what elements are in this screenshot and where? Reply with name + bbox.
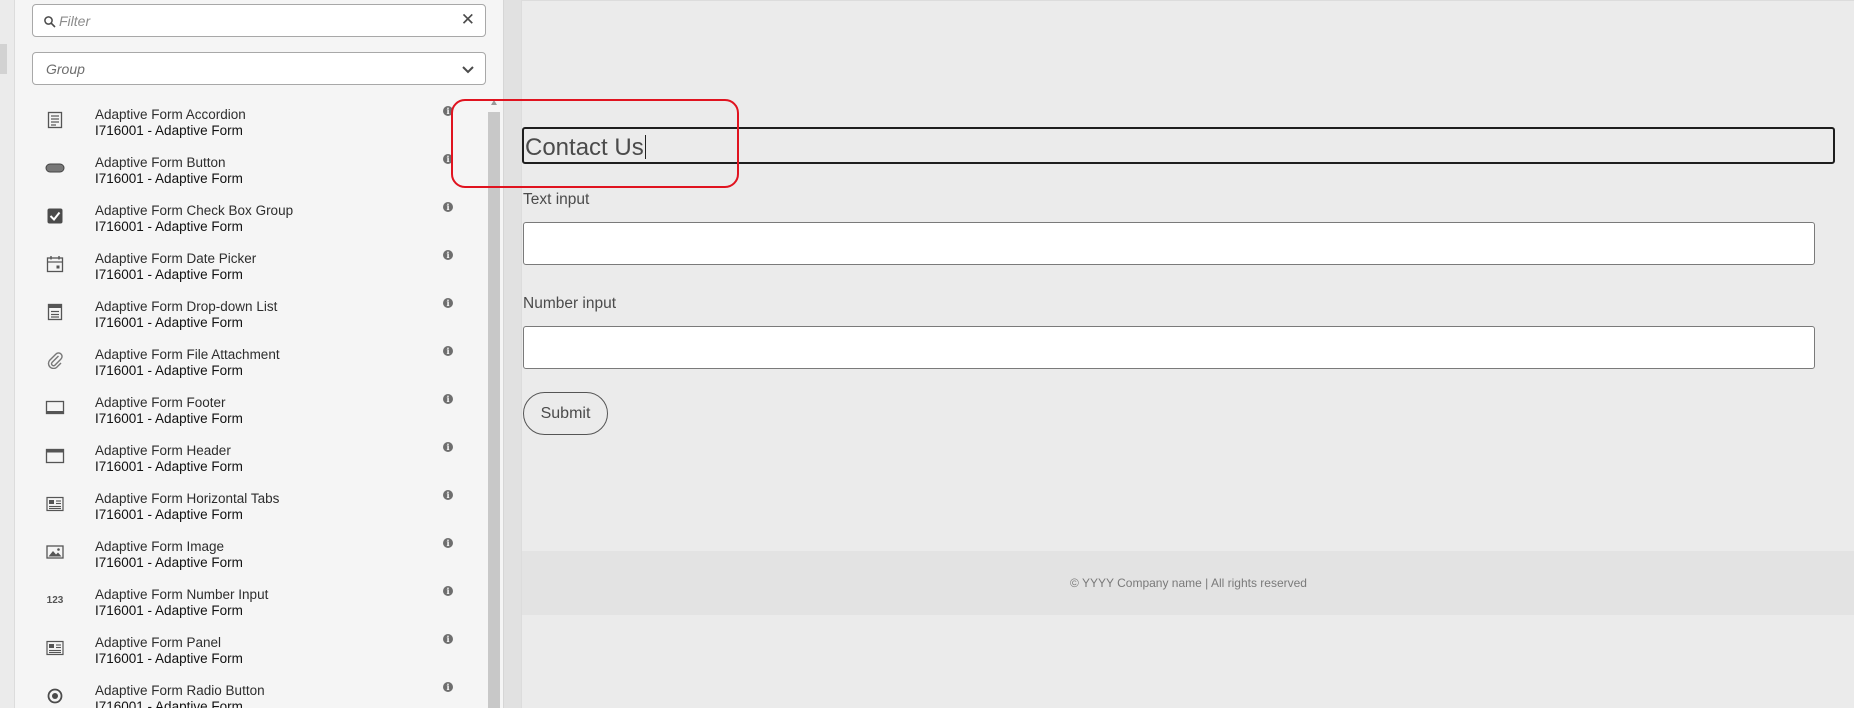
- info-icon[interactable]: i: [443, 154, 453, 164]
- list-item-title: Adaptive Form Number Input: [95, 587, 269, 602]
- info-icon[interactable]: i: [443, 490, 453, 500]
- number-icon: 123: [46, 594, 64, 606]
- info-icon[interactable]: i: [443, 298, 453, 308]
- list-item-subtitle: I716001 - Adaptive Form: [95, 363, 243, 378]
- filter-field[interactable]: Filter ✕: [32, 4, 486, 37]
- footer-copyright: © YYYY Company name | All rights reserve…: [1070, 576, 1307, 590]
- panel-divider[interactable]: [503, 0, 521, 708]
- list-item[interactable]: Adaptive Form Header I716001 - Adaptive F…: [15, 435, 465, 483]
- list-item-title: Adaptive Form File Attachment: [95, 347, 280, 362]
- group-select-value: Group: [46, 61, 85, 77]
- radio-icon: [45, 686, 65, 706]
- submit-button[interactable]: Submit: [523, 392, 608, 435]
- list-item[interactable]: Adaptive Form Horizontal Tabs I716001 - A…: [15, 483, 465, 531]
- list-item[interactable]: Adaptive Form Button I716001 - Adaptive F…: [15, 147, 465, 195]
- number-input-field[interactable]: [523, 326, 1815, 369]
- list-item[interactable]: Adaptive Form Accordion I716001 - Adaptiv…: [15, 99, 465, 147]
- checkbox-icon: [45, 206, 65, 226]
- info-icon[interactable]: i: [443, 106, 453, 116]
- form-footer[interactable]: © YYYY Company name | All rights reserve…: [522, 551, 1854, 615]
- paperclip-icon: [45, 350, 65, 370]
- list-item-subtitle: I716001 - Adaptive Form: [95, 459, 243, 474]
- info-icon[interactable]: i: [443, 394, 453, 404]
- info-icon[interactable]: i: [443, 250, 453, 260]
- list-item[interactable]: Adaptive Form Drop-down List I716001 - Ad…: [15, 291, 465, 339]
- info-icon[interactable]: i: [443, 538, 453, 548]
- list-item-subtitle: I716001 - Adaptive Form: [95, 603, 243, 618]
- list-item-subtitle: I716001 - Adaptive Form: [95, 411, 243, 426]
- list-item-subtitle: I716001 - Adaptive Form: [95, 171, 243, 186]
- list-item-subtitle: I716001 - Adaptive Form: [95, 267, 243, 282]
- list-item[interactable]: Adaptive Form Radio Button I716001 - Adap…: [15, 675, 465, 708]
- image-icon: [45, 542, 65, 562]
- list-item-title: Adaptive Form Accordion: [95, 107, 246, 122]
- list-item-title: Adaptive Form Footer: [95, 395, 226, 410]
- list-item[interactable]: Adaptive Form Footer I716001 - Adaptive F…: [15, 387, 465, 435]
- list-item-title: Adaptive Form Horizontal Tabs: [95, 491, 280, 506]
- list-item-subtitle: I716001 - Adaptive Form: [95, 315, 243, 330]
- info-icon[interactable]: i: [443, 346, 453, 356]
- accordion-icon: [45, 110, 65, 130]
- info-icon[interactable]: i: [443, 586, 453, 596]
- filter-placeholder: Filter: [59, 13, 91, 29]
- info-icon[interactable]: i: [443, 202, 453, 212]
- list-item[interactable]: 123 Adaptive Form Number Input I716001 - A…: [15, 579, 465, 627]
- header-icon: [45, 446, 65, 466]
- list-item[interactable]: Adaptive Form Panel I716001 - Adaptive Fo…: [15, 627, 465, 675]
- list-item[interactable]: Adaptive Form Check Box Group I716001 - A…: [15, 195, 465, 243]
- list-item-title: Adaptive Form Button: [95, 155, 226, 170]
- panel-icon: [45, 638, 65, 658]
- form-title-editor[interactable]: Contact Us: [522, 127, 1835, 164]
- dropdown-list-icon: [45, 302, 65, 322]
- list-item-title: Adaptive Form Check Box Group: [95, 203, 294, 218]
- rail-tab-marker[interactable]: [0, 44, 7, 74]
- group-select[interactable]: Group: [32, 52, 486, 85]
- text-input-field[interactable]: [523, 222, 1815, 265]
- list-item-subtitle: I716001 - Adaptive Form: [95, 651, 243, 666]
- list-item[interactable]: Adaptive Form Image I716001 - Adaptive Fo…: [15, 531, 465, 579]
- list-item-subtitle: I716001 - Adaptive Form: [95, 123, 243, 138]
- search-icon: [44, 16, 56, 28]
- footer-icon: [45, 398, 65, 418]
- list-item-subtitle: I716001 - Adaptive Form: [95, 219, 243, 234]
- clear-filter-icon[interactable]: ✕: [461, 10, 475, 30]
- list-item-title: Adaptive Form Radio Button: [95, 683, 265, 698]
- list-item-subtitle: I716001 - Adaptive Form: [95, 507, 243, 522]
- list-item-title: Adaptive Form Date Picker: [95, 251, 257, 266]
- list-item[interactable]: Adaptive Form File Attachment I716001 - A…: [15, 339, 465, 387]
- list-item-title: Adaptive Form Image: [95, 539, 225, 554]
- chevron-down-icon: [462, 66, 474, 74]
- info-icon[interactable]: i: [443, 634, 453, 644]
- calendar-icon: [45, 254, 65, 274]
- text-input-label: Text input: [523, 191, 590, 208]
- editor-canvas: Contact Us Text input Number input Submi…: [521, 0, 1854, 708]
- component-list: Adaptive Form Accordion I716001 - Adaptiv…: [15, 96, 465, 708]
- list-item-subtitle: I716001 - Adaptive Form: [95, 555, 243, 570]
- number-input-label: Number input: [523, 295, 617, 312]
- scroll-up-arrow-icon[interactable]: [491, 100, 497, 105]
- list-item-title: Adaptive Form Drop-down List: [95, 299, 278, 314]
- button-icon: [45, 158, 65, 178]
- info-icon[interactable]: i: [443, 682, 453, 692]
- text-cursor: [644, 135, 646, 159]
- list-item[interactable]: Adaptive Form Date Picker I716001 - Adapt…: [15, 243, 465, 291]
- components-panel: Filter ✕ Group Adaptive Form Accordion I7…: [15, 0, 503, 708]
- form-title: Contact Us: [525, 134, 644, 161]
- list-item-title: Adaptive Form Header: [95, 443, 231, 458]
- tabs-icon: [45, 494, 65, 514]
- info-icon[interactable]: i: [443, 442, 453, 452]
- left-rail: [0, 0, 15, 708]
- list-item-subtitle: I716001 - Adaptive Form: [95, 699, 243, 708]
- list-scrollbar-thumb[interactable]: [488, 112, 500, 708]
- list-item-title: Adaptive Form Panel: [95, 635, 222, 650]
